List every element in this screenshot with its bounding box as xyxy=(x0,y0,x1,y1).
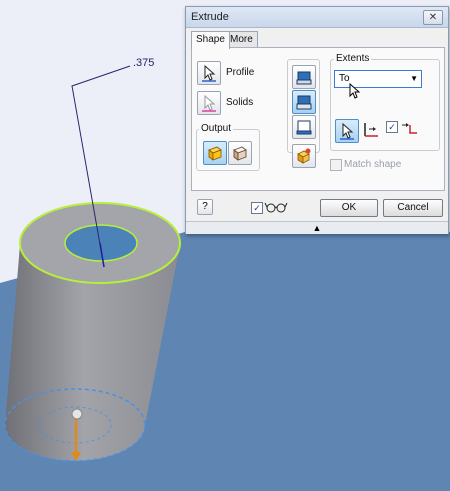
solid-cube-icon xyxy=(208,146,222,161)
new-solid-icon xyxy=(297,148,311,164)
terminator-face-icon[interactable] xyxy=(362,121,380,139)
tab-more-label: More xyxy=(230,34,253,45)
dialog-titlebar[interactable]: Extrude ✕ xyxy=(186,7,448,28)
solids-label: Solids xyxy=(226,97,254,108)
direction-handle[interactable] xyxy=(71,408,83,420)
cut-icon xyxy=(296,95,312,110)
match-shape-label: Match shape xyxy=(344,159,402,170)
chevron-down-icon: ▼ xyxy=(410,74,418,83)
intersect-button[interactable] xyxy=(292,115,316,139)
help-button[interactable]: ? xyxy=(197,199,213,215)
expand-arrow-icon: ▲ xyxy=(312,223,322,233)
extrude-dialog: Extrude ✕ Shape More Profile Solids Outp… xyxy=(185,6,449,234)
checkmark-icon: ✓ xyxy=(388,122,396,132)
expand-panel-handle[interactable]: ▲ xyxy=(186,221,448,234)
profile-select-button[interactable] xyxy=(197,61,221,85)
tab-shape[interactable]: Shape xyxy=(191,31,230,49)
surface-cube-icon xyxy=(233,146,247,161)
solids-select-button[interactable] xyxy=(197,91,221,115)
mouse-pointer-icon xyxy=(349,83,361,99)
extents-select-button[interactable] xyxy=(335,119,359,143)
cut-button[interactable] xyxy=(292,90,316,114)
ok-button[interactable]: OK xyxy=(320,199,378,217)
join-button[interactable] xyxy=(292,65,316,89)
tab-shape-label: Shape xyxy=(196,34,225,45)
output-solid-button[interactable] xyxy=(203,141,227,165)
new-solid-button[interactable] xyxy=(292,144,316,168)
help-icon: ? xyxy=(202,201,208,212)
extend-face-icon xyxy=(402,123,417,134)
cancel-button[interactable]: Cancel xyxy=(383,199,443,217)
extents-dropdown[interactable]: To ▼ xyxy=(334,70,422,88)
extend-face-checkbox[interactable]: ✓ xyxy=(386,121,398,133)
cancel-label: Cancel xyxy=(397,202,429,213)
intersect-icon xyxy=(296,120,312,135)
output-label: Output xyxy=(199,123,234,134)
join-icon xyxy=(296,71,312,85)
preview-checkbox[interactable]: ✓ xyxy=(251,202,263,214)
ok-label: OK xyxy=(341,202,357,213)
checkmark-icon: ✓ xyxy=(253,203,261,213)
dimension-value[interactable]: .375 xyxy=(133,57,154,69)
close-icon[interactable]: ✕ xyxy=(423,10,443,25)
extents-value: To xyxy=(339,73,350,84)
profile-label: Profile xyxy=(226,67,255,78)
output-surface-button[interactable] xyxy=(228,141,252,165)
cursor-icon xyxy=(340,122,354,140)
cursor-icon xyxy=(202,94,216,112)
inner-hole[interactable] xyxy=(64,224,138,262)
cursor-icon xyxy=(202,64,216,82)
dialog-title: Extrude xyxy=(191,11,229,23)
match-shape-checkbox[interactable] xyxy=(330,159,342,171)
glasses-icon xyxy=(264,202,288,213)
extents-label: Extents xyxy=(334,53,372,64)
